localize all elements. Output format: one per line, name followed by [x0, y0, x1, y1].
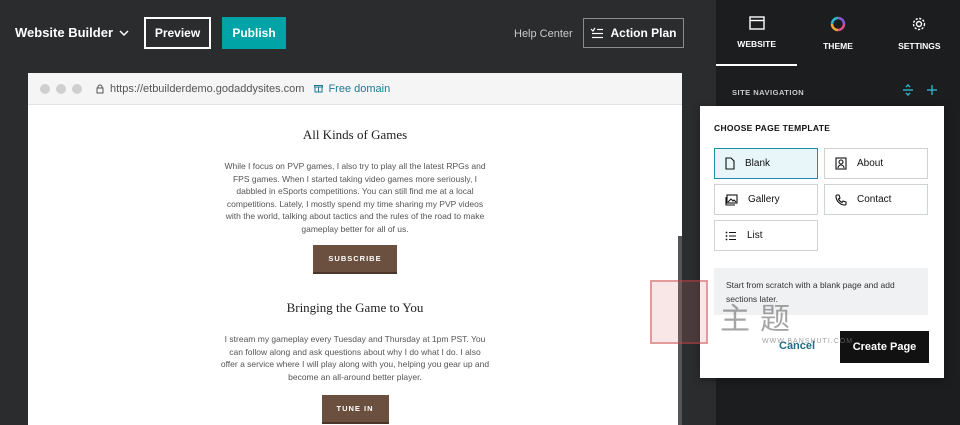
image-icon	[725, 193, 738, 206]
panel-tabs: WEBSITE THEME SETTINGS	[716, 0, 960, 66]
page-icon	[725, 157, 735, 170]
section-title: Bringing the Game to You	[286, 300, 424, 315]
add-page-icon[interactable]	[926, 84, 938, 96]
preview-button[interactable]: Preview	[144, 17, 211, 49]
action-plan-label: Action Plan	[610, 26, 677, 40]
preview-scrollbar[interactable]	[678, 236, 682, 425]
navigation-actions	[902, 84, 938, 96]
site-preview-frame: https://etbuilderdemo.godaddysites.com F…	[28, 73, 682, 425]
gear-icon	[913, 17, 926, 30]
tab-website-label: WEBSITE	[737, 38, 777, 49]
tune-in-button[interactable]: TUNE IN	[321, 395, 389, 424]
list-icon	[725, 231, 736, 240]
section-title: All Kinds of Games	[302, 127, 408, 142]
top-toolbar: Website Builder Preview Publish Help Cen…	[0, 0, 716, 66]
template-label: List	[747, 230, 763, 241]
brand-label: Website Builder	[15, 25, 114, 40]
site-url: https://etbuilderdemo.godaddysites.com	[96, 83, 304, 95]
template-list[interactable]: List	[714, 220, 818, 251]
publish-button[interactable]: Publish	[222, 17, 286, 49]
site-menu[interactable]: Website Builder	[15, 25, 129, 40]
lock-icon	[96, 84, 104, 93]
template-description: Start from scratch with a blank page and…	[714, 268, 928, 315]
chevron-down-icon	[119, 29, 129, 36]
cancel-button[interactable]: Cancel	[779, 340, 815, 352]
tab-theme[interactable]: THEME	[797, 0, 878, 66]
site-content: All Kinds of Games While I focus on PVP …	[28, 105, 682, 424]
tab-settings-label: SETTINGS	[898, 40, 941, 51]
free-domain-link[interactable]: Free domain	[314, 83, 390, 95]
browser-window-icon	[748, 15, 765, 30]
choose-page-template-dialog: CHOOSE PAGE TEMPLATE Blank About Gallery…	[700, 106, 944, 378]
template-label: Gallery	[748, 194, 780, 205]
tab-website[interactable]: WEBSITE	[716, 0, 798, 66]
subscribe-button[interactable]: SUBSCRIBE	[313, 245, 397, 274]
template-gallery[interactable]: Gallery	[714, 184, 818, 215]
phone-icon	[835, 193, 847, 206]
checklist-icon	[591, 27, 604, 39]
template-label: About	[857, 158, 884, 169]
tab-theme-label: THEME	[823, 40, 853, 51]
action-plan-button[interactable]: Action Plan	[583, 18, 684, 48]
color-wheel-icon	[830, 16, 846, 31]
tab-settings[interactable]: SETTINGS	[879, 0, 960, 66]
section-body: While I focus on PVP games, I also try t…	[224, 161, 486, 234]
gift-icon	[314, 85, 324, 93]
template-contact[interactable]: Contact	[824, 184, 928, 215]
site-url-text: https://etbuilderdemo.godaddysites.com	[110, 82, 305, 95]
window-dots	[40, 83, 82, 94]
window-dot	[72, 83, 82, 94]
free-domain-label: Free domain	[328, 82, 391, 95]
template-label: Blank	[745, 158, 771, 169]
help-center-link[interactable]: Help Center	[514, 28, 573, 40]
create-page-button[interactable]: Create Page	[840, 331, 929, 363]
template-about[interactable]: About	[824, 148, 928, 179]
portrait-icon	[835, 157, 847, 170]
template-label: Contact	[857, 194, 892, 205]
window-dot	[40, 83, 50, 94]
site-navigation-heading: SITE NAVIGATION	[732, 88, 805, 97]
window-dot	[56, 83, 66, 94]
browser-url-bar: https://etbuilderdemo.godaddysites.com F…	[28, 73, 682, 105]
dialog-title: CHOOSE PAGE TEMPLATE	[714, 123, 831, 133]
reorder-icon[interactable]	[902, 84, 914, 96]
template-blank[interactable]: Blank	[714, 148, 818, 179]
section-body: I stream my gameplay every Tuesday and T…	[220, 334, 490, 382]
